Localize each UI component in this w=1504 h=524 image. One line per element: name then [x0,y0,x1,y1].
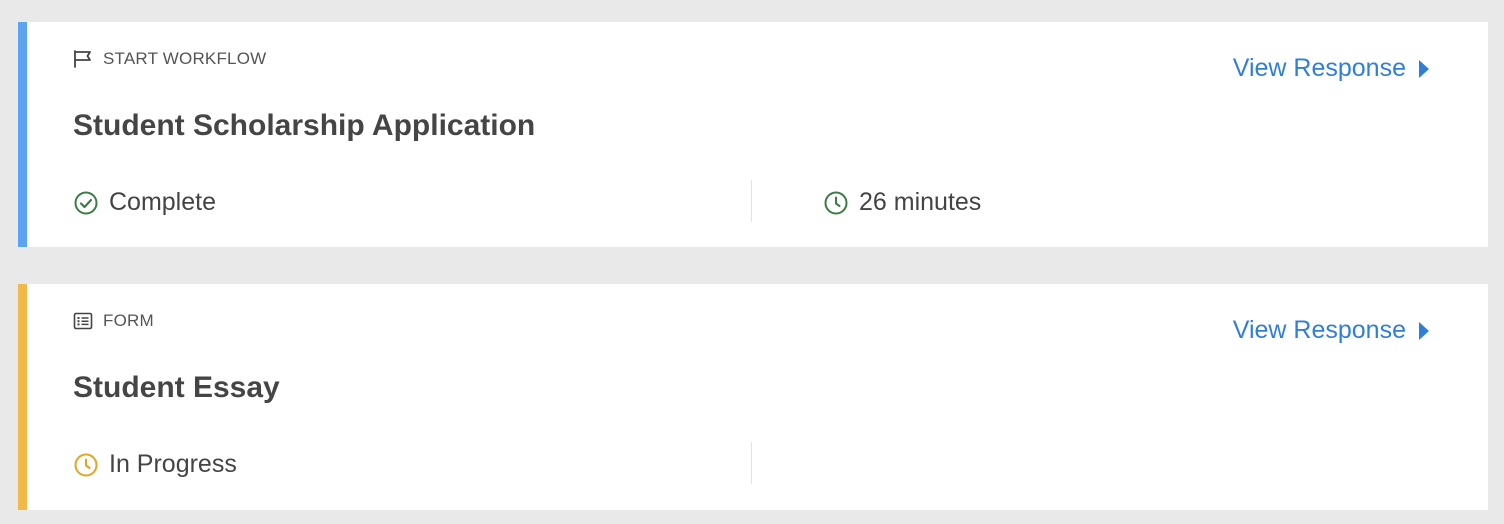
card-type: FORM [73,311,154,331]
view-response-link[interactable]: View Response [1233,316,1430,345]
card-title: Student Scholarship Application [73,109,536,142]
status-label: In Progress [109,450,237,478]
clock-icon [823,190,849,216]
card-type: START WORKFLOW [73,49,266,69]
caret-right-icon[interactable] [1418,321,1430,341]
view-response-label[interactable]: View Response [1233,316,1406,345]
card-type-label: START WORKFLOW [103,49,267,68]
card-type-label: FORM [103,311,154,330]
duration-label: 26 minutes [859,188,982,216]
card-title: Student Essay [73,371,280,404]
card-meta-row: Complete 26 minutes [73,180,1488,222]
duration-indicator: 26 minutes [823,188,981,217]
check-circle-icon [73,190,99,216]
status-indicator: In Progress [73,450,237,479]
caret-right-icon[interactable] [1418,59,1430,79]
clock-icon [73,452,99,478]
form-list-icon [73,312,93,330]
activity-card-workflow: START WORKFLOW Student Scholarship Appli… [18,22,1488,247]
card-meta-row: In Progress [73,442,1488,484]
card-accent-bar [18,284,27,510]
view-response-label[interactable]: View Response [1233,54,1406,83]
meta-divider [751,442,752,484]
card-accent-bar [18,22,27,247]
view-response-link[interactable]: View Response [1233,54,1430,83]
meta-divider [751,180,752,222]
flag-icon [73,50,93,68]
activity-card-form: FORM Student Essay View Response In Prog… [18,284,1488,510]
status-indicator: Complete [73,188,216,217]
status-label: Complete [109,188,216,216]
